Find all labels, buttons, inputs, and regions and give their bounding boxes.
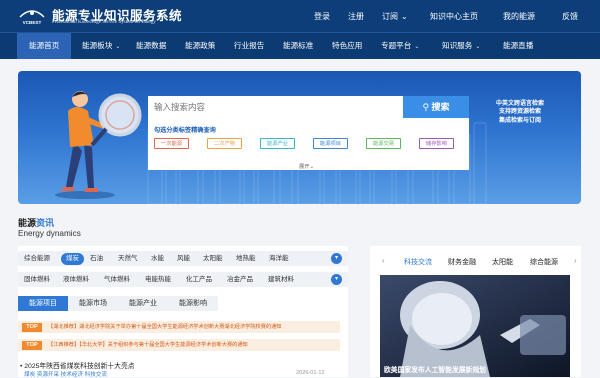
robot-illustration	[380, 275, 570, 377]
expand-toggle[interactable]: 展开⌄	[299, 162, 314, 170]
search-button[interactable]: ⚲ 搜索	[403, 96, 469, 118]
main-nav: 能源首页 能源板块 ⌄ 能源数据 能源政策 行业报告 能源标准 特色应用 专题平台…	[0, 32, 600, 59]
filter-chip-storage-impact[interactable]: 储存影响	[419, 138, 454, 149]
chevron-right-icon[interactable]: ›	[574, 256, 577, 265]
register-link[interactable]: 注册	[348, 11, 364, 22]
logo-icon[interactable]: VCBEST	[18, 7, 46, 25]
subtab-energy-projects[interactable]: 能源项目	[18, 296, 68, 311]
nav-label: 专题平台	[381, 41, 412, 50]
nav-label: 知识服务	[442, 41, 473, 50]
promo-line: 集成检索与订阅	[498, 117, 541, 124]
subtab-energy-market[interactable]: 能源市场	[68, 296, 118, 311]
tag-natural-gas[interactable]: 天然气	[118, 251, 138, 266]
filter-chip-energy-industry[interactable]: 能源产业	[260, 138, 295, 149]
search-button-label: 搜索	[431, 102, 450, 112]
nav-item-data[interactable]: 能源数据	[136, 33, 166, 59]
chevron-down-icon: ⌄	[401, 12, 408, 21]
expand-tags-icon[interactable]: ▾	[331, 253, 342, 264]
nav-item-policy[interactable]: 能源政策	[185, 33, 215, 59]
tag-solid-fuel[interactable]: 固体燃料	[24, 272, 50, 287]
hero-banner: ⚲ 搜索 勾选分类标签精确查询 一次能源 二次产物 能源产业 能源项目 能源交易…	[18, 71, 581, 204]
tag-ocean[interactable]: 海洋能	[269, 251, 289, 266]
nav-item-topics[interactable]: 专题平台 ⌄	[381, 33, 419, 59]
nav-item-live[interactable]: 能源直播	[503, 33, 533, 59]
knowledge-home-link[interactable]: 知识中心主页	[430, 11, 478, 22]
chevron-left-icon[interactable]: ‹	[382, 256, 385, 265]
right-tab-solar[interactable]: 太阳能	[492, 257, 513, 267]
logo-text: VCBEST	[23, 20, 42, 25]
tag-metallurgy-products[interactable]: 冶金产品	[227, 272, 253, 287]
tag-hydro[interactable]: 水能	[151, 251, 164, 266]
search-icon: ⚲	[422, 102, 430, 112]
tag-oil[interactable]: 石油	[90, 251, 103, 266]
nav-item-standards[interactable]: 能源标准	[283, 33, 313, 59]
tag-wind[interactable]: 风能	[177, 251, 190, 266]
site-subtitle: Professional Knowledge Service System fo…	[52, 20, 156, 25]
nav-item-reports[interactable]: 行业报告	[234, 33, 264, 59]
my-energy-link[interactable]: 我的能源	[503, 11, 535, 22]
nav-item-knowledge[interactable]: 知识服务 ⌄	[442, 33, 480, 59]
promo-line: 中英文跨语言检索	[495, 101, 544, 107]
section-title: 能源资讯	[18, 216, 54, 229]
expand-tags-icon[interactable]: ▾	[331, 274, 342, 285]
category-filter-panel: 勾选分类标签精确查询 一次能源 二次产物 能源产业 能源项目 能源交易 储存影响…	[148, 118, 469, 170]
tag-coal[interactable]: 煤炭	[61, 252, 84, 265]
filter-chip-energy-trading[interactable]: 能源交易	[366, 138, 401, 149]
top-news-item[interactable]: TOP 【湖北推荐】湖北经济学院关于举办第十届全国大学生能源经济学术创新大赛湖北…	[18, 321, 340, 333]
top-news-item[interactable]: TOP 【江西推荐】【华北大学】关于组织参与第十届全国大学生能源经济学术创新大赛…	[18, 339, 340, 351]
tag-comprehensive[interactable]: 综合能源	[24, 251, 50, 266]
subtab-energy-industry[interactable]: 能源产业	[118, 296, 168, 311]
right-tab-comprehensive[interactable]: 综合能源	[530, 257, 558, 267]
title-prefix: 能源	[18, 218, 37, 228]
chevron-down-icon: ⌄	[115, 44, 121, 50]
nav-item-sectors[interactable]: 能源板块 ⌄	[82, 33, 120, 59]
search-features-promo: 中英文跨语言检索 支持跨资源检索 集成检索与订阅	[485, 100, 555, 125]
title-highlight: 资讯	[36, 218, 55, 228]
right-tab-tech[interactable]: 科技交流	[404, 257, 432, 267]
chevron-down-icon: ⌄	[309, 164, 315, 170]
tag-building-materials[interactable]: 建筑材料	[268, 272, 294, 287]
person-with-magnifier-illustration	[55, 91, 142, 199]
chevron-down-icon: ⌄	[475, 44, 481, 50]
subtab-energy-impact[interactable]: 能源影响	[168, 296, 218, 311]
news-date: 2026-01-12	[296, 370, 325, 376]
subscribe-menu[interactable]: 订阅 ⌄	[382, 11, 408, 22]
login-link[interactable]: 登录	[314, 11, 330, 22]
feedback-link[interactable]: 反馈	[562, 11, 578, 22]
filter-hint: 勾选分类标签精确查询	[154, 127, 216, 134]
tag-gas-fuel[interactable]: 气体燃料	[104, 272, 130, 287]
news-list-item[interactable]: • 2025年陕西省煤炭科技创新十大亮点	[20, 360, 135, 370]
news-headline: 【湖北推荐】湖北经济学院关于举办第十届全国大学生能源经济学术创新大赛湖北经济学院…	[48, 324, 282, 330]
news-headline: 【江西推荐】【华北大学】关于组织参与第十届全国大学生能源经济学术创新大赛的通知	[48, 342, 248, 348]
ai-robot-image[interactable]	[380, 275, 570, 377]
product-type-tag-row: 固体燃料 液体燃料 气体燃料 电能热能 化工产品 冶金产品 建筑材料 ▾	[18, 272, 348, 287]
top-header: VCBEST 能源专业知识服务系统 Professional Knowledge…	[0, 0, 600, 32]
top-badge: TOP	[22, 322, 42, 332]
expand-label: 展开	[299, 164, 310, 170]
right-tab-finance[interactable]: 财务金融	[448, 257, 476, 267]
tag-chemical-products[interactable]: 化工产品	[186, 272, 212, 287]
nav-label: 能源板块	[82, 41, 113, 50]
promo-line: 支持跨资源检索	[498, 109, 541, 116]
chevron-down-icon: ⌄	[414, 44, 420, 50]
tag-geothermal[interactable]: 地热能	[236, 251, 256, 266]
search-input[interactable]	[148, 96, 403, 118]
news-title: 2025年陕西省煤炭科技创新十大亮点	[24, 363, 135, 370]
subscribe-label: 订阅	[382, 12, 398, 21]
top-badge: TOP	[22, 340, 42, 350]
nav-item-featured[interactable]: 特色应用	[332, 33, 362, 59]
section-subtitle: Energy dynamics	[18, 229, 81, 238]
filter-chip-secondary-products[interactable]: 二次产物	[207, 138, 242, 149]
filter-chip-energy-projects[interactable]: 能源项目	[313, 138, 348, 149]
image-caption: 欧美国家发布人工智能发展新规划	[384, 367, 486, 374]
filter-chip-primary-energy[interactable]: 一次能源	[154, 138, 189, 149]
energy-type-tag-row: 综合能源 煤炭 石油 天然气 水能 风能 太阳能 地热能 海洋能 ▾	[18, 251, 348, 266]
tag-electric-thermal[interactable]: 电能热能	[145, 272, 171, 287]
tag-solar[interactable]: 太阳能	[203, 251, 223, 266]
nav-item-home[interactable]: 能源首页	[17, 33, 72, 59]
tag-liquid-fuel[interactable]: 液体燃料	[63, 272, 89, 287]
